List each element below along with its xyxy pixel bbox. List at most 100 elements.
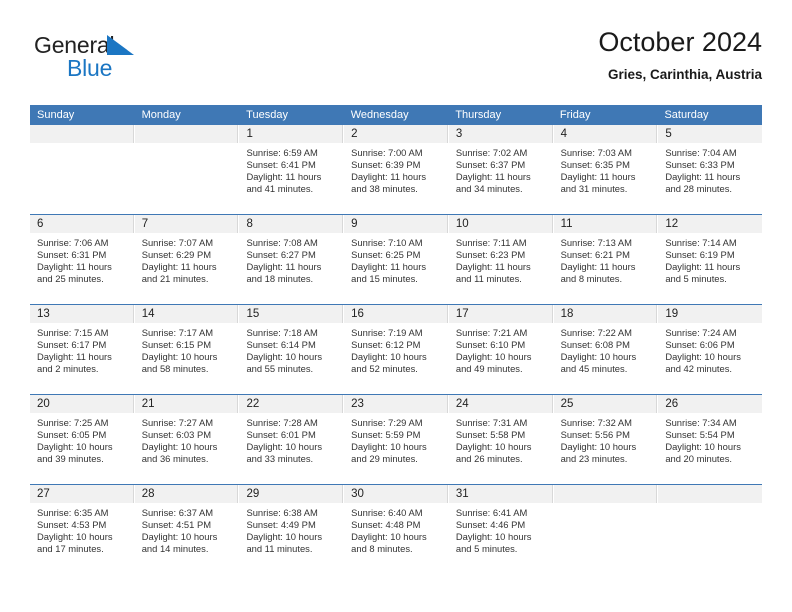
- day-cell-28[interactable]: 28 Sunrise: 6:37 AM Sunset: 4:51 PM Dayligh…: [134, 485, 240, 574]
- day-cell-30[interactable]: 30 Sunrise: 6:40 AM Sunset: 4:48 PM Dayligh…: [344, 485, 449, 574]
- sun-info-line: Sunset: 5:54 PM: [665, 429, 735, 441]
- sun-info-line: Sunrise: 7:29 AM: [351, 417, 423, 428]
- sun-info-line: Daylight: 10 hours: [246, 351, 323, 363]
- title-block: October 2024 Gries, Carinthia, Austria: [598, 26, 762, 83]
- day-cell-6[interactable]: 6 Sunrise: 7:06 AM Sunset: 6:31 PM Daylight…: [30, 215, 135, 304]
- day-cell-13[interactable]: 13 Sunrise: 7:15 AM Sunset: 6:17 PM Dayligh…: [30, 305, 135, 394]
- day-cell-9[interactable]: 9 Sunrise: 7:10 AM Sunset: 6:25 PM Daylight…: [344, 215, 449, 304]
- sun-info-line: Sunrise: 6:59 AM: [246, 147, 318, 158]
- day-cell-19[interactable]: 19 Sunrise: 7:24 AM Sunset: 6:06 PM Dayligh…: [658, 305, 763, 394]
- day-number: 14: [134, 305, 239, 323]
- sun-info-line: Sunrise: 7:11 AM: [455, 237, 527, 248]
- day-cell-26[interactable]: 26 Sunrise: 7:34 AM Sunset: 5:54 PM Dayligh…: [658, 395, 763, 484]
- sun-info-line: Daylight: 11 hours: [246, 261, 322, 273]
- day-cell-11[interactable]: 11 Sunrise: 7:13 AM Sunset: 6:21 PM Dayligh…: [553, 215, 659, 304]
- sun-info-line: Daylight: 11 hours: [37, 261, 112, 273]
- sun-info-line: Sunset: 4:53 PM: [37, 519, 107, 531]
- sun-info-line: and 33 minutes.: [246, 453, 314, 465]
- day-cell-5[interactable]: 5 Sunrise: 7:04 AM Sunset: 6:33 PM Daylight…: [658, 125, 763, 214]
- weekday-header-monday: Monday: [141, 109, 181, 121]
- calendar-page: General Blue October 2024 Gries, Carinth…: [0, 0, 792, 612]
- day-cell-22[interactable]: 22 Sunrise: 7:28 AM Sunset: 6:01 PM Dayligh…: [239, 395, 345, 484]
- day-sun-info: Sunrise: 7:21 AM Sunset: 6:10 PM Daylight:…: [449, 323, 553, 375]
- week-row: 27 Sunrise: 6:35 AM Sunset: 4:53 PM Dayligh…: [30, 484, 763, 574]
- day-cell-16[interactable]: 16 Sunrise: 7:19 AM Sunset: 6:12 PM Dayligh…: [344, 305, 449, 394]
- day-sun-info: [658, 503, 762, 507]
- day-cell-21[interactable]: 21 Sunrise: 7:27 AM Sunset: 6:03 PM Dayligh…: [134, 395, 240, 484]
- sun-info-line: and 38 minutes.: [351, 183, 418, 195]
- sun-info-line: Daylight: 10 hours: [455, 531, 532, 543]
- day-cell-25[interactable]: 25 Sunrise: 7:32 AM Sunset: 5:56 PM Dayligh…: [553, 395, 659, 484]
- day-cell-14[interactable]: 14 Sunrise: 7:17 AM Sunset: 6:15 PM Dayligh…: [134, 305, 240, 394]
- sun-info-line: Daylight: 10 hours: [37, 441, 113, 453]
- day-cell-empty: [658, 485, 763, 574]
- day-number: 21: [134, 395, 239, 413]
- day-cell-4[interactable]: 4 Sunrise: 7:03 AM Sunset: 6:35 PM Daylight…: [553, 125, 659, 214]
- sun-info-line: and 5 minutes.: [665, 273, 727, 285]
- day-cell-23[interactable]: 23 Sunrise: 7:29 AM Sunset: 5:59 PM Dayligh…: [344, 395, 449, 484]
- sun-info-line: Sunrise: 7:31 AM: [455, 417, 528, 428]
- day-number: 29: [239, 485, 344, 503]
- sun-info-line: Daylight: 11 hours: [560, 261, 636, 273]
- sun-info-line: Daylight: 11 hours: [455, 261, 531, 273]
- day-number: 28: [134, 485, 239, 503]
- sun-info-line: Daylight: 10 hours: [351, 351, 427, 363]
- day-sun-info: Sunrise: 6:37 AM Sunset: 4:51 PM Daylight:…: [135, 503, 239, 555]
- day-number: 18: [553, 305, 658, 323]
- day-number: 31: [448, 485, 553, 503]
- day-number: 8: [239, 215, 344, 233]
- sun-info-line: and 28 minutes.: [665, 183, 733, 195]
- day-sun-info: Sunrise: 7:07 AM Sunset: 6:29 PM Daylight:…: [135, 233, 239, 285]
- sun-info-line: Sunset: 6:14 PM: [246, 339, 316, 351]
- day-number: 1: [239, 125, 344, 143]
- day-number: 22: [239, 395, 344, 413]
- day-sun-info: Sunrise: 7:02 AM Sunset: 6:37 PM Daylight:…: [449, 143, 553, 195]
- day-number: 3: [448, 125, 553, 143]
- day-number: 13: [30, 305, 134, 323]
- logo-triangle-icon: [107, 35, 134, 55]
- weeks-container: 1 Sunrise: 6:59 AM Sunset: 6:41 PM Daylight…: [30, 125, 763, 574]
- sun-info-line: Sunrise: 7:19 AM: [351, 327, 423, 338]
- sun-info-line: and 42 minutes.: [665, 363, 733, 375]
- sun-info-line: and 11 minutes.: [455, 273, 522, 285]
- day-sun-info: Sunrise: 7:31 AM Sunset: 5:58 PM Daylight:…: [449, 413, 553, 465]
- day-cell-12[interactable]: 12 Sunrise: 7:14 AM Sunset: 6:19 PM Dayligh…: [658, 215, 763, 304]
- sun-info-line: and 2 minutes.: [37, 363, 99, 375]
- day-cell-15[interactable]: 15 Sunrise: 7:18 AM Sunset: 6:14 PM Dayligh…: [239, 305, 345, 394]
- day-sun-info: Sunrise: 7:08 AM Sunset: 6:27 PM Daylight:…: [239, 233, 343, 285]
- day-number: 20: [30, 395, 134, 413]
- day-cell-1[interactable]: 1 Sunrise: 6:59 AM Sunset: 6:41 PM Daylight…: [239, 125, 345, 214]
- sun-info-line: Sunset: 6:41 PM: [246, 159, 316, 171]
- day-number: 30: [344, 485, 448, 503]
- sun-info-line: Daylight: 11 hours: [665, 171, 741, 183]
- weekday-header-wednesday: Wednesday: [350, 109, 409, 121]
- sun-info-line: Sunset: 4:48 PM: [351, 519, 421, 531]
- day-number: [553, 485, 658, 503]
- day-cell-27[interactable]: 27 Sunrise: 6:35 AM Sunset: 4:53 PM Dayligh…: [30, 485, 135, 574]
- day-cell-7[interactable]: 7 Sunrise: 7:07 AM Sunset: 6:29 PM Daylight…: [134, 215, 240, 304]
- sun-info-line: and 58 minutes.: [141, 363, 209, 375]
- sun-info-line: Sunrise: 7:18 AM: [246, 327, 318, 338]
- day-cell-29[interactable]: 29 Sunrise: 6:38 AM Sunset: 4:49 PM Dayligh…: [239, 485, 345, 574]
- sun-info-line: and 31 minutes.: [560, 183, 628, 195]
- logo-text-blue: Blue: [67, 55, 113, 81]
- sun-info-line: and 11 minutes.: [246, 543, 313, 555]
- day-cell-31[interactable]: 31 Sunrise: 6:41 AM Sunset: 4:46 PM Dayligh…: [448, 485, 554, 574]
- day-cell-8[interactable]: 8 Sunrise: 7:08 AM Sunset: 6:27 PM Daylight…: [239, 215, 345, 304]
- sun-info-line: and 23 minutes.: [560, 453, 628, 465]
- day-cell-2[interactable]: 2 Sunrise: 7:00 AM Sunset: 6:39 PM Daylight…: [344, 125, 449, 214]
- day-cell-24[interactable]: 24 Sunrise: 7:31 AM Sunset: 5:58 PM Dayligh…: [448, 395, 554, 484]
- day-sun-info: Sunrise: 7:06 AM Sunset: 6:31 PM Daylight:…: [30, 233, 134, 285]
- day-sun-info: Sunrise: 6:40 AM Sunset: 4:48 PM Daylight:…: [344, 503, 448, 555]
- sun-info-line: Daylight: 10 hours: [246, 531, 323, 543]
- day-cell-3[interactable]: 3 Sunrise: 7:02 AM Sunset: 6:37 PM Daylight…: [448, 125, 554, 214]
- day-cell-17[interactable]: 17 Sunrise: 7:21 AM Sunset: 6:10 PM Dayligh…: [448, 305, 554, 394]
- day-cell-18[interactable]: 18 Sunrise: 7:22 AM Sunset: 6:08 PM Dayligh…: [553, 305, 659, 394]
- sun-info-line: Daylight: 11 hours: [246, 171, 322, 183]
- sun-info-line: Sunset: 6:15 PM: [141, 339, 212, 351]
- day-cell-20[interactable]: 20 Sunrise: 7:25 AM Sunset: 6:05 PM Dayligh…: [30, 395, 135, 484]
- day-cell-10[interactable]: 10 Sunrise: 7:11 AM Sunset: 6:23 PM Dayligh…: [448, 215, 554, 304]
- sun-info-line: Sunset: 6:12 PM: [351, 339, 421, 351]
- sun-info-line: Sunrise: 7:07 AM: [141, 237, 214, 248]
- sun-info-line: Sunset: 6:33 PM: [665, 159, 735, 171]
